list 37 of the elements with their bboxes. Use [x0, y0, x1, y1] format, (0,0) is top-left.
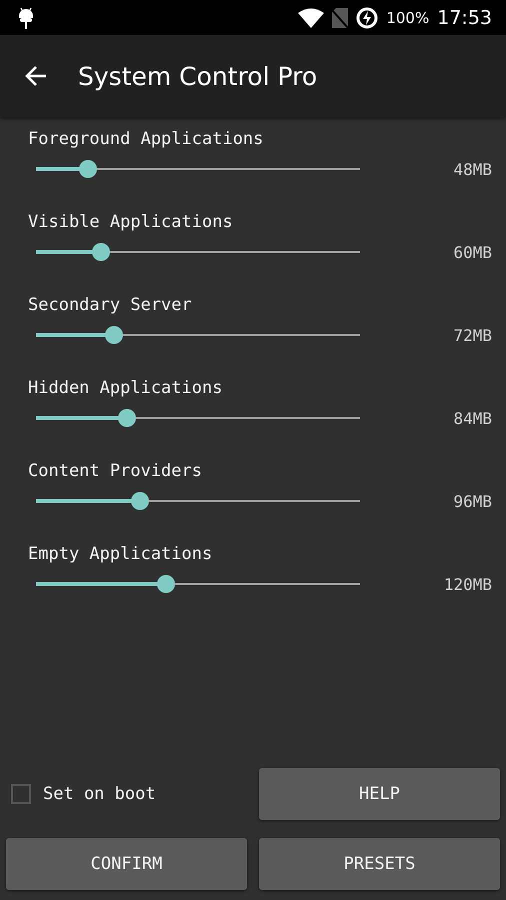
slider-thumb[interactable]: [104, 326, 123, 344]
slider-track[interactable]: [36, 409, 360, 427]
no-sim-icon: [332, 8, 348, 28]
slider-value: 72MB: [453, 326, 492, 344]
slider-value: 120MB: [444, 574, 492, 594]
slider-thumb[interactable]: [118, 409, 136, 427]
confirm-button[interactable]: CONFIRM: [6, 838, 247, 890]
slider-value: 96MB: [453, 492, 492, 510]
slider-track[interactable]: [36, 243, 360, 261]
presets-button[interactable]: PRESETS: [259, 838, 500, 890]
slider-value: 84MB: [453, 408, 492, 428]
battery-level: 100%: [386, 8, 430, 26]
slider-value: 60MB: [453, 242, 492, 262]
app-title: System Control Pro: [78, 62, 318, 90]
slider-thumb[interactable]: [130, 492, 149, 510]
slider-thumb[interactable]: [78, 160, 97, 178]
checkbox[interactable]: [11, 784, 31, 804]
checkbox-label: Set on boot: [43, 784, 156, 804]
slider-label: Content Providers: [28, 461, 202, 481]
slider-label: Foreground Applications: [28, 129, 264, 149]
android-icon: [18, 6, 34, 30]
slider-label: Secondary Server: [28, 295, 192, 315]
slider-track[interactable]: [36, 492, 360, 510]
help-button[interactable]: HELP: [259, 768, 500, 820]
slider-thumb[interactable]: [156, 575, 175, 593]
slider-track[interactable]: [36, 326, 360, 344]
battery-charging-icon: [356, 6, 378, 28]
wifi-icon: [298, 8, 324, 28]
slider-label: Empty Applications: [28, 544, 212, 564]
slider-label: Visible Applications: [28, 212, 233, 232]
slider-thumb[interactable]: [92, 243, 110, 261]
slider-value: 48MB: [453, 160, 492, 178]
clock: 17:53: [437, 6, 492, 28]
slider-track[interactable]: [36, 575, 360, 593]
back-arrow-icon[interactable]: [24, 64, 48, 88]
slider-label: Hidden Applications: [28, 378, 222, 398]
slider-track[interactable]: [36, 160, 360, 178]
